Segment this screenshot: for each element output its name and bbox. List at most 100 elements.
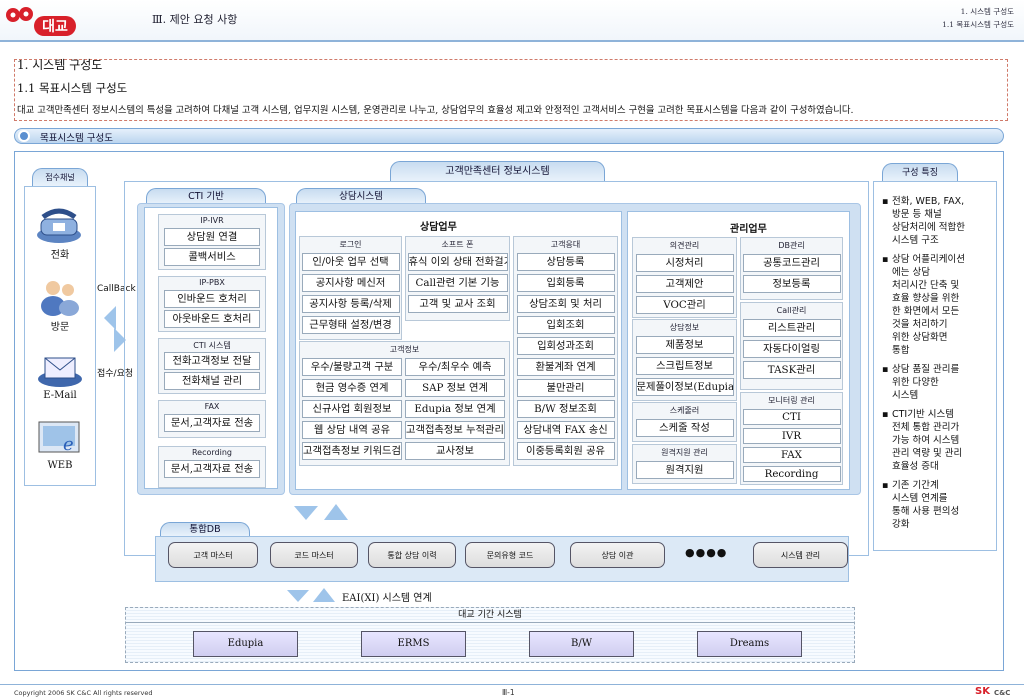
counsel-item: VOC관리: [635, 296, 734, 314]
counsel-item: 리스트관리: [742, 319, 841, 337]
feature-line: 시스템 구조: [892, 235, 939, 246]
feature-line: 가능 하여 시스템: [892, 435, 960, 446]
counsel-item: 환불계좌 연계: [516, 358, 615, 376]
feature-bullet-icon: ▪: [882, 254, 889, 265]
counsel-item: 고객접촉정보 누적관리: [405, 421, 505, 439]
feature-bullet-icon: ▪: [882, 364, 889, 375]
backbone-title: 대교 기간 시스템: [125, 607, 855, 623]
counsel-item: 웹 상담 내역 공유: [302, 421, 402, 439]
system-dreams: Dreams: [697, 631, 802, 657]
intro-paragraph: 대교 고객만족센터 정보시스템의 특성을 고려하여 다채널 고객 시스템, 업무…: [17, 105, 854, 116]
footer-copyright: Copyright 2006 SK C&C All rights reserve…: [14, 689, 153, 697]
counsel-item: SAP 정보 연계: [405, 379, 505, 397]
system-erms: ERMS: [361, 631, 466, 657]
feature-line: 에는 상담: [892, 267, 930, 278]
svg-text:대교: 대교: [42, 19, 68, 35]
feature-line: 처리시간 단축 및: [892, 280, 960, 291]
feature-bullet-icon: ▪: [882, 480, 889, 491]
db-counsel-transfer: 상담 이관: [570, 542, 665, 568]
counsel-item: 공지사항 등록/삭제: [301, 295, 400, 313]
feature-line: 상담 품질 관리를: [892, 364, 960, 375]
counsel-group-name: 원격지원 관리: [661, 448, 708, 457]
cti-title: CTI 기반: [146, 188, 266, 204]
counsel-item: B/W 정보조회: [516, 400, 615, 418]
counsel-item: 고객 및 교사 조회: [407, 295, 508, 313]
footer-brand-cc: C&C: [994, 689, 1011, 697]
footer-brand-sk: SK: [975, 686, 990, 697]
counsel-item: 불만관리: [516, 379, 615, 397]
counsel-group-name: 고객정보: [389, 345, 420, 354]
counsel-item: 고객접촉정보 키워드검색: [302, 442, 402, 460]
daekyo-logo: 대교: [4, 6, 82, 38]
feature-line: 시스템: [892, 390, 919, 401]
cti-item: 상담원 연결: [164, 228, 260, 246]
feature-line: 효율성 증대: [892, 461, 939, 472]
feature-line: 한 화면에서 모든: [892, 306, 960, 317]
counsel-item: 입회성과조회: [516, 337, 615, 355]
feature-bullet-icon: ▪: [882, 196, 889, 207]
counsel-item: 스케줄 작성: [635, 419, 734, 437]
db-inquiry-code: 문의유형 코드: [465, 542, 555, 568]
counsel-title: 상담시스템: [296, 188, 426, 204]
cti-item: 전화채널 관리: [164, 372, 260, 390]
cti-item: 문서,고객자료 전송: [164, 414, 260, 432]
db-customer-master: 고객 마스터: [168, 542, 258, 568]
feature-line: 효율 향상을 위한: [892, 293, 960, 304]
counsel-item: 입회등록: [516, 274, 615, 292]
section-bar-label: 목표시스템 구성도: [40, 133, 113, 144]
system-bw: B/W: [529, 631, 634, 657]
feature-line: 기존 기간계: [892, 480, 939, 491]
counsel-group-name: 모니터링 관리: [768, 396, 815, 405]
counsel-item: 정보등록: [742, 275, 841, 293]
counsel-group-name: 의견관리: [669, 241, 700, 250]
counsel-item: 문제풀이정보(Edupia연계): [635, 378, 734, 396]
email-icon: [35, 352, 85, 388]
counsel-group-name: 스케줄러: [669, 406, 700, 415]
counsel-item: TASK관리: [742, 361, 841, 379]
counsel-item: 우수/불량고객 구분: [302, 358, 402, 376]
cti-group-name: FAX: [204, 402, 220, 411]
svg-text:e: e: [63, 434, 74, 455]
counsel-item: 신규사업 회원정보: [302, 400, 402, 418]
counsel-item: 시정처리: [635, 254, 734, 272]
counsel-group-name: Call관리: [776, 306, 807, 315]
feature-line: 통합: [892, 345, 910, 356]
counsel-item: 고객제안: [635, 275, 734, 293]
visit-icon: [35, 278, 85, 316]
eai-label: EAI(XI) 시스템 연계: [342, 593, 432, 604]
cti-group-name: CTI 시스템: [193, 341, 231, 350]
counsel-group-name: 상담정보: [669, 323, 700, 332]
counsel-item: 근무형태 설정/변경: [301, 316, 400, 334]
counsel-item: 교사정보: [405, 442, 505, 460]
cti-item: 전화고객정보 전달: [164, 352, 260, 370]
feature-line: 것을 처리하기: [892, 319, 948, 330]
counsel-item: CTI: [742, 409, 841, 425]
db-ellipsis: ●●●●: [685, 546, 728, 559]
counsel-item: 공지사항 메신저: [301, 274, 400, 292]
counsel-item: 상담등록: [516, 253, 615, 271]
web-icon: e: [37, 420, 83, 458]
footer-rule: [0, 684, 1024, 685]
feature-line: 방문 등 채널: [892, 209, 942, 220]
cti-group-name: Recording: [191, 448, 232, 457]
counsel-item: 우수/최우수 예측: [405, 358, 505, 376]
channel-web: WEB: [47, 460, 73, 471]
work-title: 상담업무: [420, 222, 457, 233]
db-system-mgmt: 시스템 관리: [753, 542, 848, 568]
footer-page: Ⅲ-1: [502, 688, 515, 697]
counsel-item: 현금 영수증 연계: [302, 379, 402, 397]
counsel-group-name: 로그인: [339, 240, 362, 249]
header-title: Ⅲ. 제안 요청 사항: [152, 13, 238, 26]
feature-line: 통해 사용 편의성: [892, 506, 960, 517]
section-bar: [14, 128, 1004, 144]
feature-bullet-icon: ▪: [882, 409, 889, 420]
channels-title: 접수채널: [32, 168, 88, 186]
counsel-item: 스크립트정보: [635, 357, 734, 375]
counsel-group-name: DB관리: [778, 241, 805, 250]
features-title: 구성 특징: [882, 163, 958, 181]
feature-line: CTI기반 시스템: [892, 409, 954, 420]
counsel-item: 공통코드관리: [742, 254, 841, 272]
counsel-item: 원격지원: [635, 461, 734, 479]
counsel-item: Call관련 기본 기능: [407, 274, 508, 292]
counsel-item: 입회조회: [516, 316, 615, 334]
